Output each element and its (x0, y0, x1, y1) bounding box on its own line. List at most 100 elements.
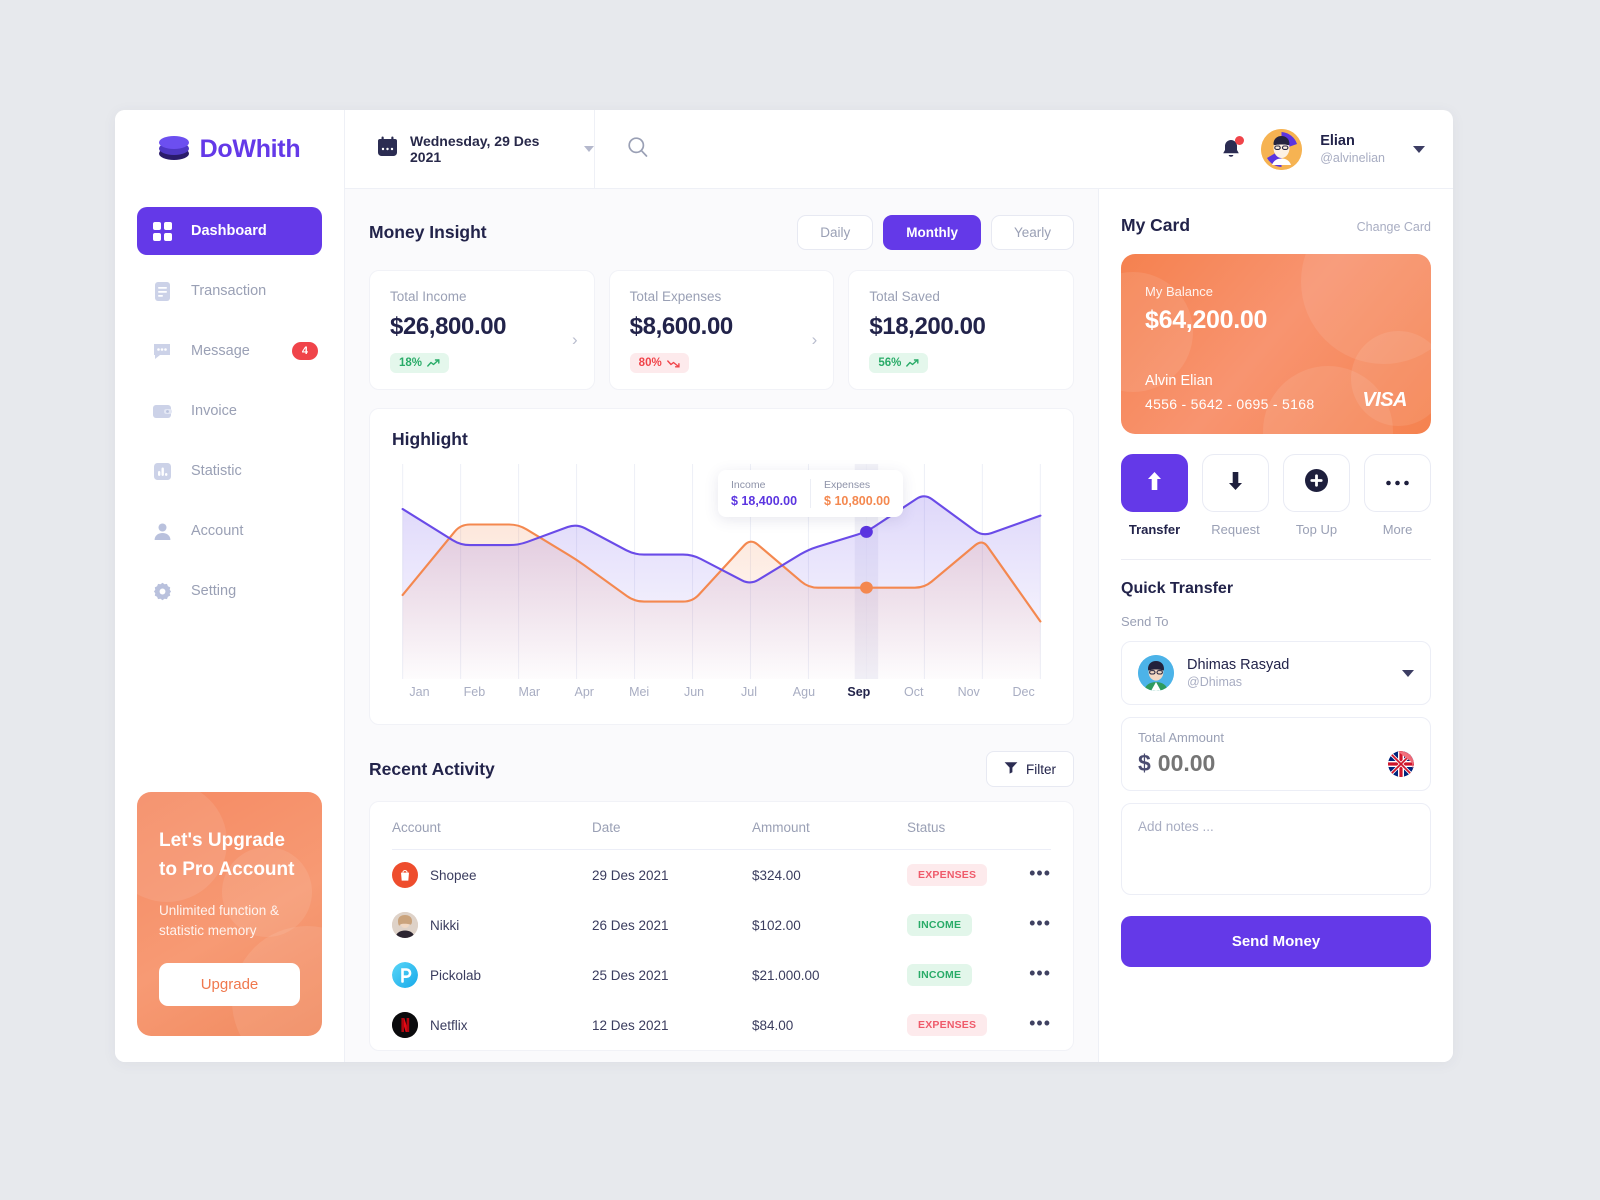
bell-icon[interactable] (1219, 136, 1245, 161)
request-button[interactable] (1202, 454, 1269, 512)
stat-card-total-saved[interactable]: Total Saved $18,200.00 56% (848, 270, 1075, 390)
my-card-title: My Card (1121, 215, 1191, 235)
avatar-icon (1138, 655, 1174, 691)
balance-value: $64,200.00 (1145, 306, 1268, 334)
person-icon (151, 520, 173, 542)
sidebar-item-statistic[interactable]: Statistic (137, 447, 322, 495)
grid-icon (151, 220, 173, 242)
status-badge: INCOME (907, 914, 973, 936)
chart-tooltip: Income $ 18,400.00 Expenses $ 10,800.00 (718, 470, 904, 517)
chart-month-label[interactable]: Jan (392, 685, 447, 699)
calendar-icon (377, 136, 398, 162)
stat-card-total-expenses[interactable]: Total Expenses $8,600.00 80% › (608, 270, 835, 390)
cell-account: Nikki (430, 917, 460, 933)
more-horizontal-icon[interactable]: ••• (1029, 1013, 1051, 1033)
promo-subtitle: Unlimited function & statistic memory (159, 902, 280, 939)
chart-month-label[interactable]: Mar (502, 685, 557, 699)
chart-month-label[interactable]: Dec (996, 685, 1051, 699)
sidebar-item-label: Invoice (191, 403, 237, 419)
shopee-logo-icon (392, 862, 418, 888)
chart-month-label[interactable]: Jun (667, 685, 722, 699)
upgrade-button[interactable]: Upgrade (159, 963, 300, 1007)
range-yearly-button[interactable]: Yearly (990, 215, 1074, 250)
table-row[interactable]: Pickolab 25 Des 2021 $21.000.00 INCOME •… (392, 950, 1051, 1000)
range-monthly-button[interactable]: Monthly (883, 215, 981, 250)
plus-circle-icon (1305, 469, 1328, 497)
filter-button[interactable]: Filter (986, 751, 1074, 787)
user-photo-icon (392, 912, 418, 938)
uk-flag-icon[interactable] (1388, 750, 1414, 777)
tooltip-income-label: Income (731, 479, 766, 491)
chart-month-label[interactable]: Sep (831, 685, 886, 699)
stat-trend-value: 80% (638, 357, 662, 369)
stat-value: $8,600.00 (629, 313, 734, 340)
user-info[interactable]: Elian @alvinelian (1320, 132, 1385, 166)
chart-month-label[interactable]: Jul (722, 685, 777, 699)
content-body: Money Insight Daily Monthly Yearly Total… (345, 189, 1453, 1062)
topbar: Wednesday, 29 Des 2021 Elian @alvinelian (345, 110, 1453, 189)
transfer-button[interactable] (1121, 454, 1188, 512)
status-badge: EXPENSES (907, 1014, 988, 1036)
action-transfer[interactable]: Transfer (1121, 454, 1188, 537)
chart-month-label[interactable]: Nov (941, 685, 996, 699)
avatar[interactable] (1261, 128, 1303, 170)
promo-title: Let's Upgrade to Pro Account (159, 830, 295, 881)
topup-button[interactable] (1283, 454, 1350, 512)
stat-trend-badge: 18% (390, 353, 450, 373)
action-more[interactable]: More (1364, 454, 1431, 537)
stat-label: Total Income (390, 289, 467, 304)
more-horizontal-icon[interactable]: ••• (1029, 963, 1051, 983)
sidebar-item-account[interactable]: Account (137, 507, 322, 555)
range-daily-button[interactable]: Daily (797, 215, 874, 250)
sidebar-item-setting[interactable]: Setting (137, 567, 322, 615)
recipient-name: Dhimas Rasyad (1187, 657, 1290, 673)
status-badge: EXPENSES (907, 864, 988, 886)
sidebar-item-label: Dashboard (191, 223, 267, 239)
change-card-link[interactable]: Change Card (1357, 220, 1431, 234)
tooltip-expenses-value: $ 10,800.00 (824, 494, 891, 508)
action-request[interactable]: Request (1202, 454, 1269, 537)
sidebar-item-transaction[interactable]: Transaction (137, 267, 322, 315)
table-row[interactable]: Shopee 29 Des 2021 $324.00 EXPENSES ••• (392, 850, 1051, 900)
search-input[interactable] (661, 141, 961, 157)
stat-card-total-income[interactable]: Total Income $26,800.00 18% › (369, 270, 595, 390)
search-icon (627, 136, 649, 163)
chart-month-label[interactable]: Feb (447, 685, 502, 699)
credit-card[interactable]: My Balance $64,200.00 Alvin Elian 4556 -… (1121, 254, 1431, 434)
card-number: 4556 - 5642 - 0695 - 5168 (1145, 396, 1315, 412)
more-horizontal-icon[interactable]: ••• (1029, 913, 1051, 933)
chart-month-label[interactable]: Mei (612, 685, 667, 699)
more-horizontal-icon[interactable]: ••• (1029, 863, 1051, 883)
chart-month-label[interactable]: Apr (557, 685, 612, 699)
recipient-select[interactable]: Dhimas Rasyad @Dhimas (1121, 641, 1431, 705)
notes-input[interactable] (1121, 803, 1431, 895)
app-window: DoWhith Dashboard Transaction Message 4 … (115, 110, 1453, 1062)
chat-bubble-icon (151, 340, 173, 362)
more-button[interactable] (1364, 454, 1431, 512)
chevron-down-icon[interactable] (584, 146, 594, 152)
cell-amount: $84.00 (752, 1017, 794, 1033)
recipient-chevron-down-icon[interactable] (1402, 669, 1414, 677)
amount-input[interactable] (1157, 750, 1348, 777)
cell-amount: $21.000.00 (752, 967, 820, 983)
date-picker[interactable]: Wednesday, 29 Des 2021 (345, 110, 595, 188)
table-row[interactable]: Netflix 12 Des 2021 $84.00 EXPENSES ••• (392, 1000, 1051, 1050)
chart-month-label[interactable]: Oct (886, 685, 941, 699)
sidebar-item-label: Message (191, 343, 250, 359)
sidebar-item-invoice[interactable]: Invoice (137, 387, 322, 435)
action-topup[interactable]: Top Up (1283, 454, 1350, 537)
send-money-button[interactable]: Send Money (1121, 916, 1431, 967)
chart-month-label[interactable]: Agu (776, 685, 831, 699)
user-menu-chevron-down-icon[interactable] (1413, 145, 1425, 153)
sidebar-item-dashboard[interactable]: Dashboard (137, 207, 322, 255)
sidebar-item-message[interactable]: Message 4 (137, 327, 322, 375)
stat-chevron-right-icon[interactable]: › (812, 330, 818, 350)
amount-field[interactable]: Total Ammount $ (1121, 717, 1431, 791)
stat-chevron-right-icon[interactable]: › (572, 330, 578, 350)
search-bar[interactable] (595, 110, 1219, 188)
visa-logo-icon: VISA (1362, 389, 1407, 411)
table-row[interactable]: Nikki 26 Des 2021 $102.00 INCOME ••• (392, 900, 1051, 950)
cell-account: Netflix (430, 1017, 468, 1033)
wallet-icon (151, 400, 173, 422)
amount-label: Total Ammount (1138, 730, 1224, 745)
